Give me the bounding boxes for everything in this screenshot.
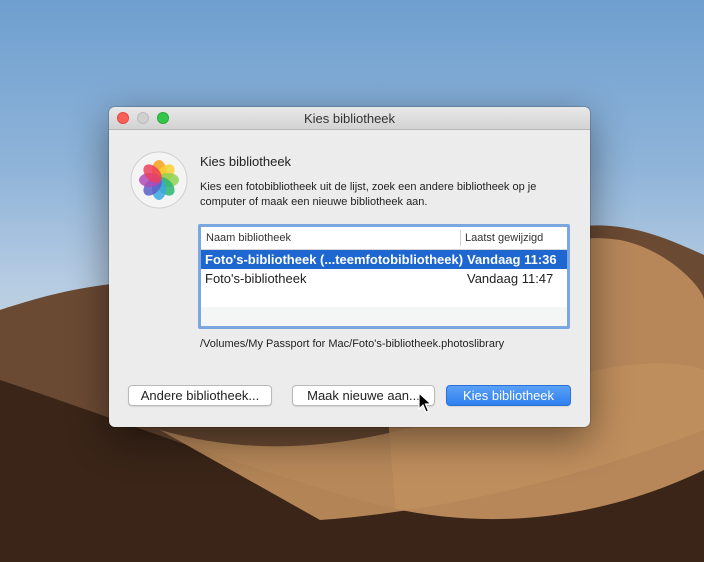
dialog-description: Kies een fotobibliotheek uit de lijst, z… bbox=[200, 181, 537, 208]
choose-library-button[interactable]: Kies bibliotheek bbox=[446, 385, 571, 406]
photos-app-icon bbox=[130, 151, 188, 209]
empty-row bbox=[201, 307, 567, 326]
library-modified: Vandaag 11:36 bbox=[467, 252, 557, 267]
column-divider bbox=[460, 230, 461, 246]
table-row[interactable]: Foto's-bibliotheek (...teemfotobibliothe… bbox=[201, 250, 567, 269]
create-new-button[interactable]: Maak nieuwe aan... bbox=[292, 385, 435, 406]
window-title: Kies bibliotheek bbox=[303, 111, 396, 126]
table-row[interactable]: Foto's-bibliotheek Vandaag 11:47 bbox=[201, 269, 567, 288]
column-header-name[interactable]: Naam bibliotheek bbox=[206, 232, 291, 244]
column-header-modified[interactable]: Laatst gewijzigd bbox=[465, 232, 543, 244]
dialog-heading: Kies bibliotheek bbox=[200, 154, 292, 169]
selected-library-path: /Volumes/My Passport for Mac/Foto's-bibl… bbox=[200, 338, 505, 350]
library-table[interactable]: Naam bibliotheek Laatst gewijzigd Foto's… bbox=[198, 224, 570, 329]
library-name: Foto's-bibliotheek (...teemfotobibliothe… bbox=[205, 252, 464, 267]
choose-library-dialog: Kies bibliotheek Kies bibliotheek Kies e… bbox=[109, 107, 590, 427]
mouse-pointer-icon bbox=[418, 392, 433, 413]
library-modified: Vandaag 11:47 bbox=[467, 271, 554, 286]
other-library-button[interactable]: Andere bibliotheek... bbox=[128, 385, 272, 406]
table-header: Naam bibliotheek Laatst gewijzigd bbox=[201, 227, 567, 250]
empty-row bbox=[201, 288, 567, 307]
library-name: Foto's-bibliotheek bbox=[205, 271, 307, 286]
title-bar: Kies bibliotheek bbox=[109, 107, 590, 130]
